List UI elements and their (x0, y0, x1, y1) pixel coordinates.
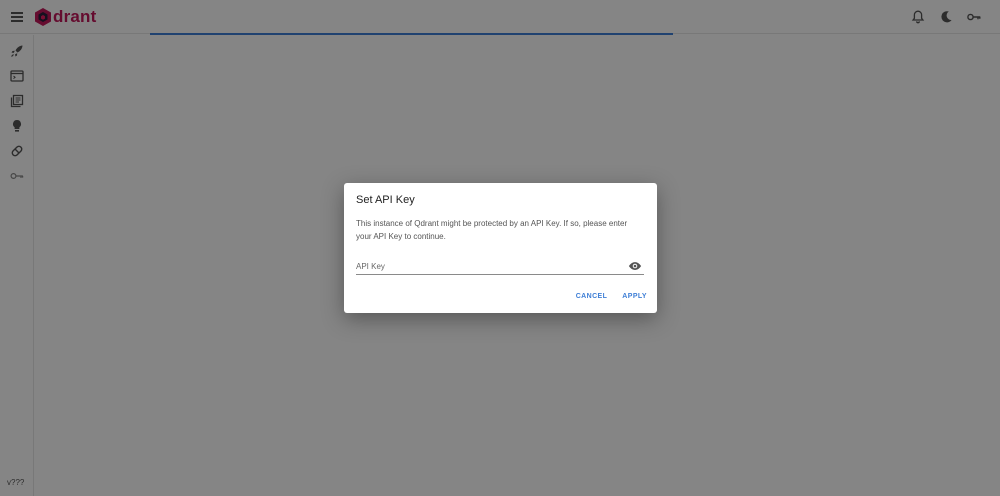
eye-icon[interactable] (628, 259, 642, 273)
dialog-actions: CANCEL APPLY (576, 293, 647, 300)
apply-button[interactable]: APPLY (622, 293, 647, 300)
dialog-title: Set API Key (356, 194, 415, 206)
api-key-input[interactable] (356, 260, 616, 273)
api-key-dialog: Set API Key This instance of Qdrant migh… (344, 183, 657, 313)
cancel-button[interactable]: CANCEL (576, 293, 608, 300)
dialog-message: This instance of Qdrant might be protect… (356, 219, 628, 241)
api-key-field (356, 258, 644, 275)
